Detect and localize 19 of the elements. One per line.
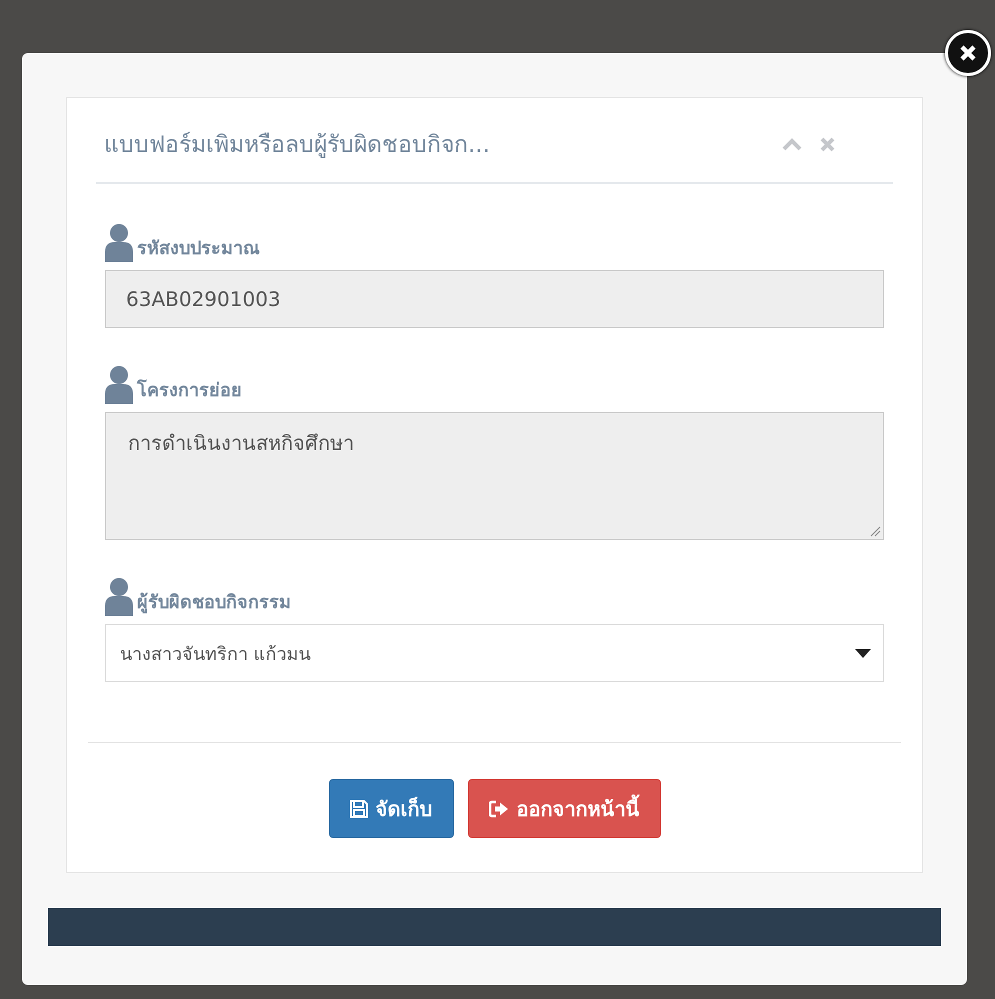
text-field[interactable]: 63AB02901003 <box>105 270 884 328</box>
close-button[interactable] <box>945 30 991 76</box>
save-button[interactable]: จัดเก็บ <box>328 779 454 838</box>
field-label: ผู้รับผิดชอบกิจกรรม <box>137 591 291 616</box>
resize-grip-icon[interactable] <box>869 525 881 537</box>
close-icon[interactable] <box>820 136 835 152</box>
field-label: รหัสงบประมาณ <box>137 237 260 261</box>
exit-button[interactable]: ออกจากหน้านี้ <box>468 779 660 838</box>
caret-icon <box>855 648 871 658</box>
sign-out-icon <box>488 800 508 818</box>
field-label: โครงการย่อย <box>137 378 242 403</box>
user-icon <box>105 364 133 404</box>
user-icon <box>105 576 133 616</box>
close-icon <box>959 44 977 62</box>
user-icon <box>105 222 133 262</box>
select-dropdown[interactable]: นางสาวจันทริกา แก้วมน <box>105 624 884 682</box>
collapse-icon[interactable] <box>782 138 802 150</box>
text-area[interactable]: การดำเนินงานสหกิจศึกษา <box>105 412 884 540</box>
panel-title: แบบฟอร์มเพิมหรือลบผู้รับผิดชอบกิจก... <box>104 130 490 160</box>
